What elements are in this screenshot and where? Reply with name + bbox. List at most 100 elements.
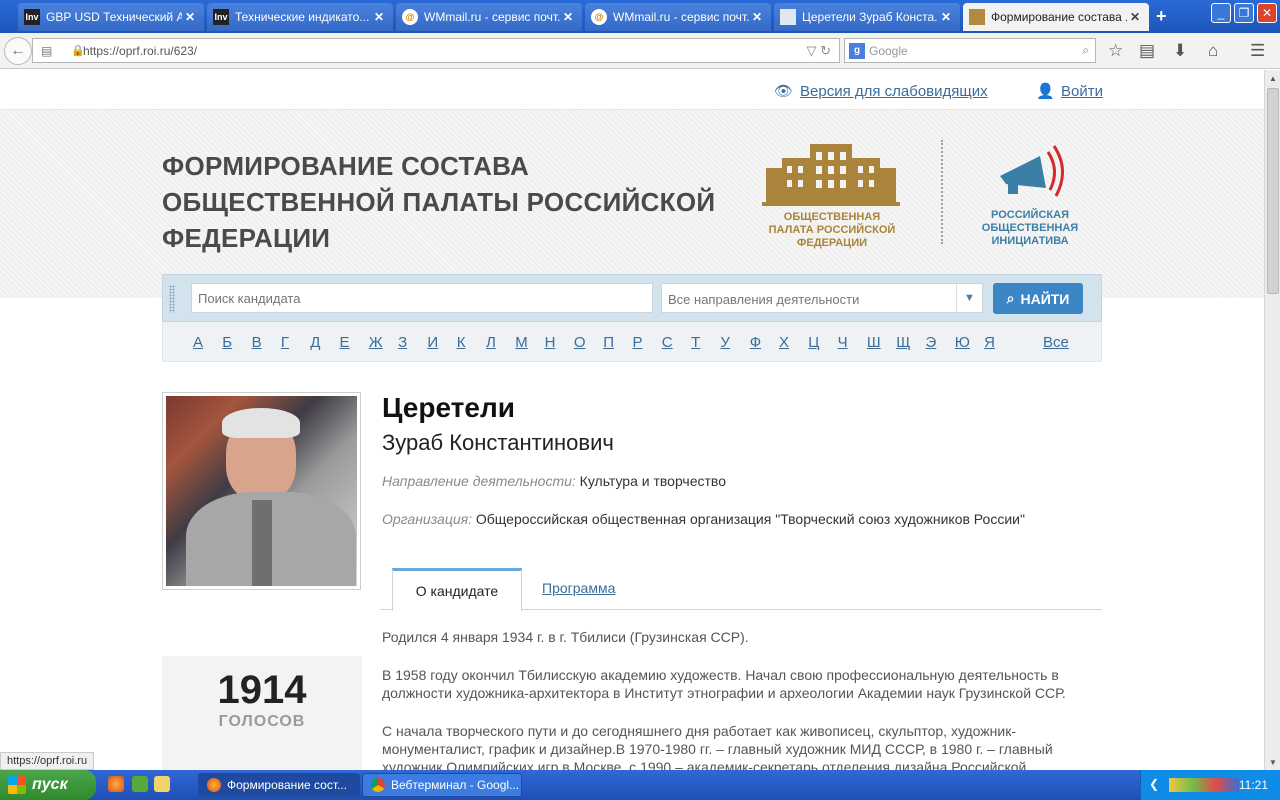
roi-logo[interactable]: РОССИЙСКАЯ ОБЩЕСТВЕННАЯ ИНИЦИАТИВА (980, 142, 1080, 248)
maximize-button[interactable]: ❐ (1234, 3, 1254, 23)
close-icon[interactable]: ✕ (182, 10, 198, 24)
public-chamber-caption: ОБЩЕСТВЕННАЯ ПАЛАТА РОССИЙСКОЙ ФЕДЕРАЦИИ (768, 211, 896, 249)
tab-about[interactable]: О кандидате (392, 568, 522, 611)
download-icon[interactable]: ⬇ (1173, 41, 1187, 61)
home-icon[interactable]: ⌂ (1208, 41, 1218, 61)
alphabet-letter-link[interactable]: Ч (838, 334, 848, 351)
scroll-thumb[interactable] (1267, 88, 1279, 294)
alphabet-letter-link[interactable]: И (427, 334, 438, 351)
alphabet-letter-link[interactable]: Х (779, 334, 789, 351)
chrome-icon (371, 778, 385, 792)
status-bar: https://oprf.roi.ru (0, 752, 95, 770)
alphabet-letter-link[interactable]: Т (691, 334, 700, 351)
browser-search-box[interactable]: g Google ⌕ (844, 38, 1096, 63)
bookmarks-icon[interactable]: ▤ (41, 44, 52, 58)
roi-caption: РОССИЙСКАЯ ОБЩЕСТВЕННАЯ ИНИЦИАТИВА (981, 209, 1079, 247)
tray-icons[interactable] (1169, 778, 1239, 792)
scroll-down-icon[interactable]: ▼ (1265, 754, 1280, 770)
alphabet-letter-link[interactable]: Я (984, 334, 995, 351)
browser-tab-active[interactable]: doc Формирование состава ... ✕ (963, 3, 1149, 31)
drag-handle (169, 285, 175, 313)
find-button[interactable]: ⌕ НАЙТИ (993, 283, 1083, 314)
chevron-down-icon[interactable]: ▼ (956, 284, 982, 312)
mail-icon: @ (591, 9, 607, 25)
alphabet-letter-link[interactable]: З (398, 334, 407, 351)
eye-icon: 👁 (774, 83, 794, 100)
close-window-button[interactable]: ✕ (1257, 3, 1277, 23)
alphabet-letter-link[interactable]: В (252, 334, 262, 351)
alphabet-letter-link[interactable]: О (574, 334, 586, 351)
taskbar-item[interactable]: Формирование сост... (198, 773, 360, 797)
reading-list-icon[interactable]: ▤ (1139, 41, 1155, 61)
taskbar: пуск Формирование сост... Вебтерминал - … (0, 770, 1280, 800)
tab-title: WMmail.ru - сервис почт... (613, 10, 749, 24)
alphabet-letter-link[interactable]: Ж (369, 334, 383, 351)
direction-select[interactable]: Все направления деятельности ▼ (661, 283, 983, 313)
page-icon: doc (969, 9, 985, 25)
alphabet-letter-link[interactable]: Р (633, 334, 643, 351)
alphabet-letter-link[interactable]: Щ (896, 334, 910, 351)
alphabet-letter-link[interactable]: Ш (867, 334, 881, 351)
public-chamber-logo[interactable]: ОБЩЕСТВЕННАЯ ПАЛАТА РОССИЙСКОЙ ФЕДЕРАЦИИ (762, 140, 902, 250)
alphabet-letter-link[interactable]: Э (926, 334, 937, 351)
close-icon[interactable]: ✕ (560, 10, 576, 24)
butterfly-icon[interactable] (132, 776, 148, 792)
login-link[interactable]: Войти (1061, 83, 1103, 100)
close-icon[interactable]: ✕ (371, 10, 387, 24)
firefox-icon (207, 778, 221, 792)
candidate-search-input[interactable] (191, 283, 653, 313)
search-engine-label: Google (869, 43, 908, 58)
back-button[interactable]: ← (4, 37, 32, 65)
user-icon: 👤 (1036, 83, 1055, 100)
alphabet-letter-link[interactable]: Б (222, 334, 232, 351)
tab-program[interactable]: Программа (542, 580, 615, 596)
browser-tab[interactable]: Inv Технические индикато... ✕ (207, 3, 393, 31)
minimize-button[interactable]: _ (1211, 3, 1231, 23)
low-vision-link[interactable]: Версия для слабовидящих (800, 83, 988, 100)
organization-value: Общероссийская общественная организация … (475, 511, 1025, 527)
star-icon[interactable]: ☆ (1108, 41, 1123, 61)
browser-tab[interactable]: @ WMmail.ru - сервис почт... ✕ (585, 3, 771, 31)
lock-icon: 🔒 (71, 45, 85, 57)
alphabet-letter-link[interactable]: У (720, 334, 730, 351)
magnifier-icon[interactable]: ⌕ (1082, 43, 1089, 58)
alphabet-letter-link[interactable]: А (193, 334, 203, 351)
address-bar[interactable]: ▤ 🔒 https://oprf.roi.ru/623/ ▽ ↻ (32, 38, 840, 63)
browser-tab[interactable]: doc Церетели Зураб Конста... ✕ (774, 3, 960, 31)
browser-tab[interactable]: Inv GBP USD Технический А... ✕ (18, 3, 204, 31)
browser-tab[interactable]: @ WMmail.ru - сервис почт... ✕ (396, 3, 582, 31)
alphabet-letter-link[interactable]: Е (340, 334, 350, 351)
mail-icon: @ (402, 9, 418, 25)
tray-expand-icon[interactable]: ❮ (1149, 777, 1159, 791)
search-icon: ⌕ (1006, 290, 1015, 306)
browser-nav-bar: ← ▤ 🔒 https://oprf.roi.ru/623/ ▽ ↻ g Goo… (0, 33, 1280, 69)
alphabet-all-link[interactable]: Все (1043, 334, 1069, 351)
logo-divider (941, 140, 943, 244)
firefox-icon[interactable] (108, 776, 124, 792)
new-tab-button[interactable]: + (1156, 6, 1167, 27)
reload-icon[interactable]: ▽ ↻ (806, 43, 831, 59)
alphabet-letter-link[interactable]: Г (281, 334, 289, 351)
folder-icon[interactable] (154, 776, 170, 792)
alphabet-letter-link[interactable]: Ц (808, 334, 819, 351)
alphabet-letter-link[interactable]: Ф (750, 334, 761, 351)
alphabet-letter-link[interactable]: С (662, 334, 673, 351)
alphabet-letter-link[interactable]: П (603, 334, 614, 351)
alphabet-letter-link[interactable]: Д (310, 334, 320, 351)
menu-icon[interactable]: ☰ (1250, 41, 1265, 61)
alphabet-letter-link[interactable]: М (515, 334, 528, 351)
alphabet-letter-link[interactable]: К (457, 334, 466, 351)
close-icon[interactable]: ✕ (1127, 10, 1143, 24)
alphabet-letter-link[interactable]: Н (545, 334, 556, 351)
alphabet-letter-link[interactable]: Л (486, 334, 496, 351)
find-button-label: НАЙТИ (1020, 290, 1070, 307)
site-header: ФОРМИРОВАНИЕ СОСТАВА ОБЩЕСТВЕННОЙ ПАЛАТЫ… (0, 110, 1264, 298)
windows-logo-icon (8, 776, 26, 794)
alphabet-letter-link[interactable]: Ю (955, 334, 970, 351)
vertical-scrollbar[interactable]: ▲ ▼ (1264, 70, 1280, 770)
start-button[interactable]: пуск (0, 770, 96, 800)
close-icon[interactable]: ✕ (749, 10, 765, 24)
taskbar-item[interactable]: Вебтерминал - Googl... (362, 773, 522, 797)
close-icon[interactable]: ✕ (938, 10, 954, 24)
scroll-up-icon[interactable]: ▲ (1265, 70, 1280, 86)
